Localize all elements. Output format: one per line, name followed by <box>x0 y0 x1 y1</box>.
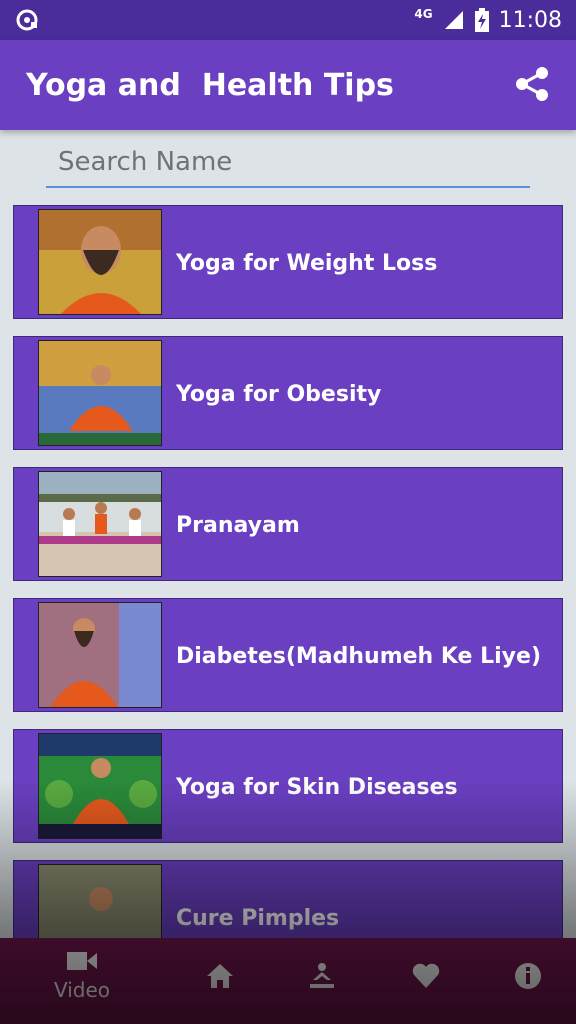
item-label: Yoga for Weight Loss <box>176 250 438 276</box>
item-label: Diabetes(Madhumeh Ke Liye) <box>176 643 541 669</box>
notification-icon <box>16 9 38 31</box>
nav-yoga[interactable] <box>272 938 372 1024</box>
battery-icon <box>474 8 489 32</box>
signal-icon <box>444 11 463 29</box>
item-label: Pranayam <box>176 512 300 538</box>
list-item[interactable]: Yoga for Skin Diseases <box>13 729 563 843</box>
list-item[interactable]: Pranayam <box>13 467 563 581</box>
clock: 11:08 <box>498 7 562 33</box>
nav-info[interactable] <box>478 938 576 1024</box>
list-item[interactable]: Yoga for Obesity <box>13 336 563 450</box>
thumbnail <box>38 602 162 708</box>
thumbnail <box>38 471 162 577</box>
heart-icon <box>412 963 440 988</box>
search-field[interactable] <box>46 142 530 188</box>
nav-video-label: Video <box>53 978 111 1002</box>
bottom-nav: Video <box>0 938 576 1024</box>
nav-home[interactable] <box>170 938 270 1024</box>
search-input[interactable] <box>46 142 530 182</box>
thumbnail <box>38 340 162 446</box>
yoga-pose-icon <box>310 963 334 988</box>
list-item[interactable]: Diabetes(Madhumeh Ke Liye) <box>13 598 563 712</box>
status-bar: 4G 11:08 <box>0 0 576 40</box>
network-type: 4G <box>414 7 433 21</box>
video-icon <box>67 952 97 970</box>
share-icon[interactable] <box>512 64 552 104</box>
item-label: Yoga for Skin Diseases <box>176 774 458 800</box>
nav-video[interactable]: Video <box>32 938 132 1024</box>
app-bar: Yoga and Health Tips <box>0 40 576 130</box>
thumbnail <box>38 209 162 315</box>
info-icon <box>515 963 541 989</box>
app-title: Yoga and Health Tips <box>26 68 394 103</box>
nav-health[interactable] <box>376 938 476 1024</box>
item-label: Yoga for Obesity <box>176 381 382 407</box>
thumbnail <box>38 733 162 839</box>
home-icon <box>207 964 233 988</box>
list-item[interactable]: Yoga for Weight Loss <box>13 205 563 319</box>
